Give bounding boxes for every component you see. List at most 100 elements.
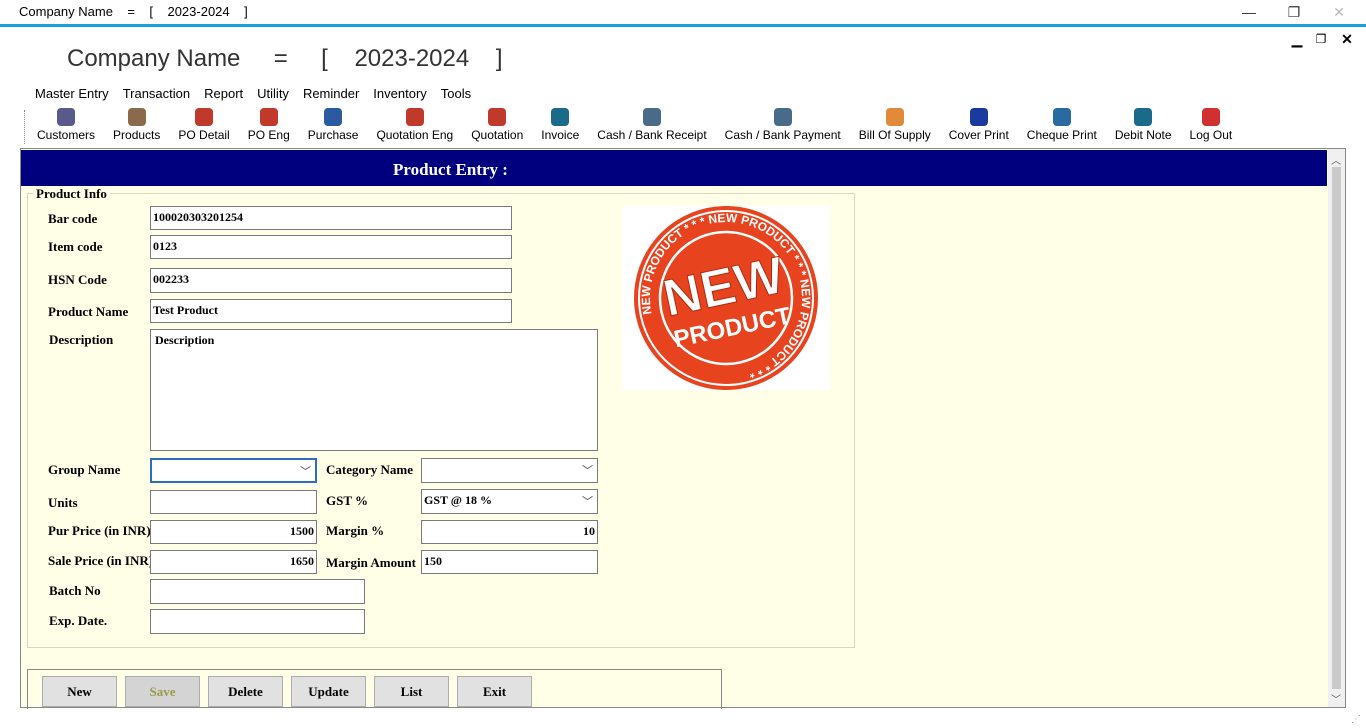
- product-image[interactable]: NEW PRODUCT * * * NEW PRODUCT * * * NEW …: [622, 195, 830, 401]
- new-product-stamp: NEW PRODUCT * * * NEW PRODUCT * * * NEW …: [623, 195, 830, 401]
- gst-select[interactable]: GST @ 18 % ﹀: [421, 489, 598, 514]
- pur-price-input[interactable]: 1500: [150, 520, 317, 544]
- toolbar-button-cheque-print[interactable]: Cheque Print: [1018, 108, 1106, 146]
- batch-no-label: Batch No: [49, 583, 101, 598]
- toolbar-button-purchase[interactable]: Purchase: [299, 108, 368, 146]
- update-button[interactable]: Update: [291, 676, 366, 707]
- menu-utility[interactable]: Utility: [250, 86, 296, 104]
- scroll-down-icon[interactable]: ﹀: [1331, 691, 1341, 706]
- toolbar-button-customers[interactable]: Customers: [28, 108, 104, 146]
- window-title-bar[interactable]: Company Name = [ 2023-2024 ] — ❐ ✕: [0, 0, 1366, 24]
- toolbar-label: Cash / Bank Receipt: [597, 128, 707, 142]
- po-eng-icon: [259, 108, 278, 126]
- toolbar-button-po-eng[interactable]: PO Eng: [239, 108, 299, 146]
- menu-report[interactable]: Report: [197, 86, 250, 104]
- units-input[interactable]: [150, 490, 317, 514]
- batch-no-input[interactable]: [150, 579, 365, 604]
- restore-button[interactable]: ❐: [1271, 0, 1317, 24]
- menu-tools[interactable]: Tools: [434, 86, 478, 104]
- cover-print-icon: [969, 108, 988, 126]
- debit-note-icon: [1134, 108, 1153, 126]
- toolbar-button-cash-bank-receipt[interactable]: Cash / Bank Receipt: [588, 108, 715, 146]
- cheque-print-icon: [1052, 108, 1071, 126]
- bar-code-label: Bar code: [48, 211, 98, 226]
- chevron-down-icon[interactable]: ﹀: [300, 463, 311, 479]
- group-title: Product Info: [33, 186, 110, 202]
- window-title: Company Name = [ 2023-2024 ]: [19, 4, 248, 19]
- toolbar-grip: [24, 110, 26, 144]
- menu-transaction[interactable]: Transaction: [116, 86, 197, 104]
- category-name-select[interactable]: ﹀: [421, 458, 598, 483]
- toolbar-button-invoice[interactable]: Invoice: [532, 108, 588, 146]
- exp-date-input[interactable]: [150, 609, 365, 634]
- hsn-code-input[interactable]: 002233: [150, 268, 512, 293]
- toolbar-button-debit-note[interactable]: Debit Note: [1106, 108, 1181, 146]
- units-label: Units: [48, 495, 78, 510]
- chevron-down-icon[interactable]: ﹀: [582, 493, 593, 509]
- group-name-select[interactable]: ﹀: [150, 458, 317, 483]
- toolbar-button-cash-bank-payment[interactable]: Cash / Bank Payment: [716, 108, 850, 146]
- toolbar-label: Invoice: [541, 128, 580, 142]
- toolbar-button-products[interactable]: Products: [104, 108, 169, 146]
- hsn-code-label: HSN Code: [48, 272, 107, 287]
- sale-price-label: Sale Price (in INR): [48, 553, 154, 568]
- margin-pct-input[interactable]: 10: [421, 520, 598, 544]
- customers-icon: [57, 108, 75, 126]
- sale-price-input[interactable]: 1650: [150, 550, 317, 574]
- menu-master-entry[interactable]: Master Entry: [28, 86, 116, 104]
- product-name-input[interactable]: Test Product: [150, 299, 512, 323]
- pur-price-label: Pur Price (in INR): [48, 523, 151, 538]
- toolbar-label: PO Eng: [247, 128, 290, 142]
- toolbar-label: Debit Note: [1114, 128, 1172, 142]
- toolbar-label: Cover Print: [948, 128, 1009, 142]
- power-icon: [1201, 108, 1220, 126]
- toolbar-button-cover-print[interactable]: Cover Print: [940, 108, 1018, 146]
- mdi-restore-button[interactable]: ❐: [1310, 30, 1332, 48]
- toolbar-label: Log Out: [1189, 128, 1233, 142]
- toolbar-button-bill-of-supply[interactable]: Bill Of Supply: [850, 108, 940, 146]
- save-button[interactable]: Save: [125, 676, 200, 707]
- form-header: Product Entry :: [21, 150, 1327, 186]
- exit-button[interactable]: Exit: [457, 676, 532, 707]
- toolbar-label: Products: [113, 128, 161, 142]
- mdi-close-button[interactable]: ✕: [1336, 30, 1358, 48]
- group-name-label: Group Name: [48, 462, 121, 477]
- menu-inventory[interactable]: Inventory: [366, 86, 433, 104]
- exp-date-label: Exp. Date.: [49, 613, 108, 628]
- scrollbar-thumb[interactable]: [1332, 167, 1341, 689]
- products-icon: [127, 108, 146, 126]
- minimize-button[interactable]: —: [1226, 0, 1272, 24]
- menu-reminder[interactable]: Reminder: [296, 86, 366, 104]
- new-button[interactable]: New: [42, 676, 117, 707]
- toolbar-label: Quotation Eng: [376, 128, 454, 142]
- title-accent-line: [0, 24, 1366, 27]
- delete-button[interactable]: Delete: [208, 676, 283, 707]
- margin-amount-input[interactable]: 150: [421, 550, 598, 574]
- vertical-scrollbar[interactable]: ︿ ﹀: [1328, 149, 1345, 707]
- description-label: Description: [49, 332, 114, 347]
- gst-value: GST @ 18 %: [424, 493, 492, 507]
- toolbar-button-quotation-eng[interactable]: Quotation Eng: [367, 108, 462, 146]
- toolbar-label: Purchase: [307, 128, 359, 142]
- form-title: Product Entry :: [393, 160, 508, 179]
- mdi-minimize-button[interactable]: ▁: [1286, 30, 1308, 48]
- description-textarea[interactable]: Description: [150, 329, 598, 451]
- po-detail-icon: [195, 108, 214, 126]
- scroll-up-icon[interactable]: ︿: [1331, 152, 1341, 167]
- toolbar-button-quotation[interactable]: Quotation: [462, 108, 532, 146]
- chevron-down-icon[interactable]: ﹀: [582, 462, 593, 478]
- bar-code-input[interactable]: 100020303201254: [150, 206, 512, 230]
- cart-icon: [324, 108, 343, 126]
- margin-amount-label: Margin Amount: [326, 555, 416, 570]
- toolbar-button-po-detail[interactable]: PO Detail: [169, 108, 238, 146]
- item-code-label: Item code: [48, 239, 103, 254]
- close-button[interactable]: ✕: [1316, 0, 1362, 24]
- list-button[interactable]: List: [374, 676, 449, 707]
- toolbar: Customers Products PO Detail PO Eng Purchase…: [28, 108, 1241, 146]
- toolbar-label: Cash / Bank Payment: [724, 128, 841, 142]
- toolbar-label: Bill Of Supply: [858, 128, 931, 142]
- bill-of-supply-icon: [885, 108, 904, 126]
- toolbar-button-log-out[interactable]: Log Out: [1181, 108, 1242, 146]
- item-code-input[interactable]: 0123: [150, 235, 512, 259]
- resize-grip-icon[interactable]: ⋰: [1351, 714, 1361, 725]
